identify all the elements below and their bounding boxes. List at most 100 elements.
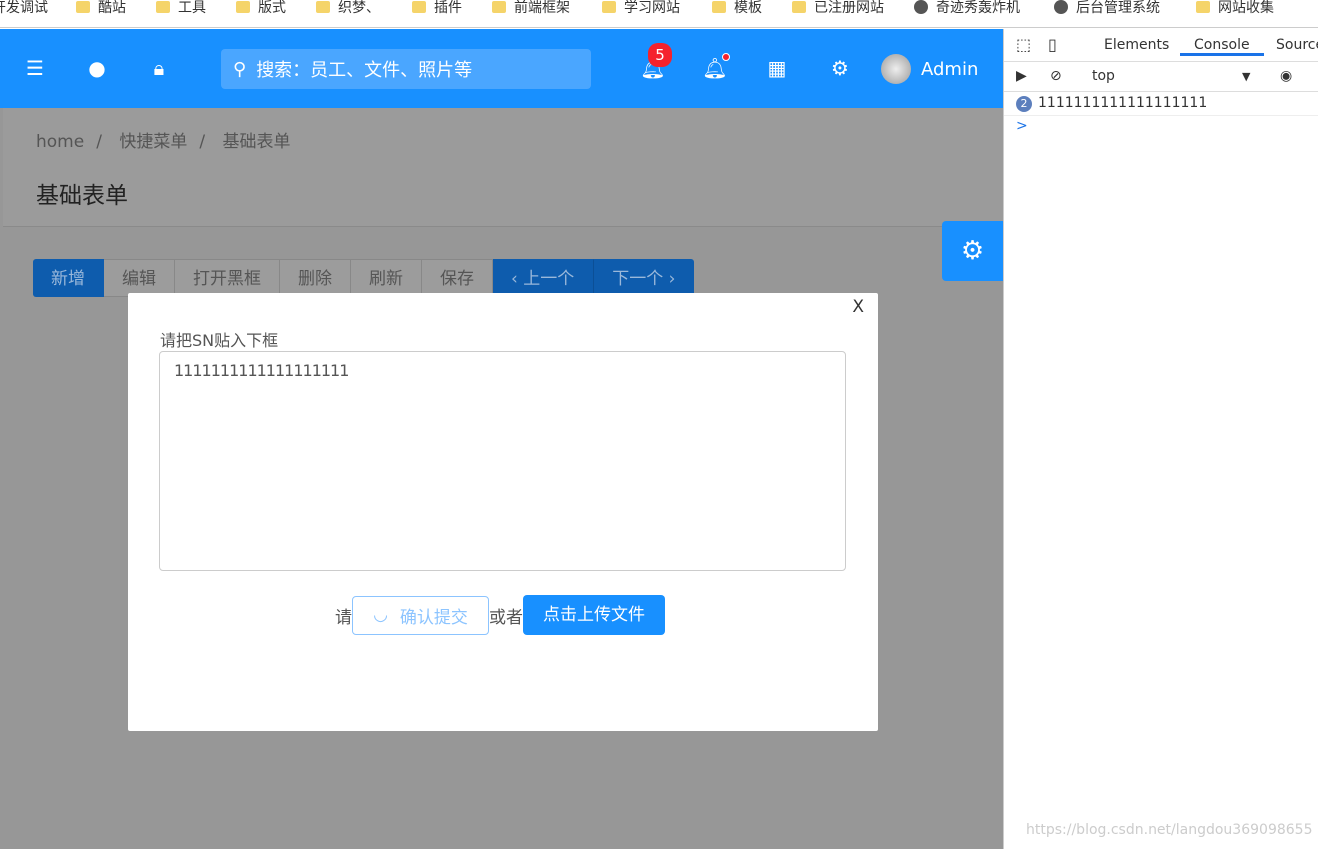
console-toolbar: ▶ ⊘ top ▼ ◉ bbox=[1004, 62, 1318, 92]
devtools-tabs: ⬚ ▯ Elements Console Sources bbox=[1004, 29, 1318, 62]
bookmark-label: 织梦、 bbox=[338, 0, 380, 16]
folder-icon bbox=[602, 1, 616, 13]
bookmark[interactable]: 工具 bbox=[156, 0, 206, 17]
confirm-label: 确认提交 bbox=[399, 607, 468, 628]
search-placeholder: 搜索：员工、文件、照片等 bbox=[256, 60, 473, 81]
settings-float-button[interactable]: ⚙ bbox=[942, 221, 1003, 281]
bookmarks-bar: 开发调试 酷站 工具 版式 织梦、 插件 前端框架 学习网站 模板 已注册网站 … bbox=[0, 0, 1318, 28]
bookmark[interactable]: 奇迹秀轰炸机 bbox=[914, 0, 1020, 17]
eye-icon[interactable]: ◉ bbox=[1280, 68, 1292, 84]
bookmark[interactable]: 插件 bbox=[412, 0, 462, 17]
toolbar: 新增 编辑 打开黑框 删除 刷新 保存 ‹ 上一个 下一个 › bbox=[33, 259, 695, 297]
dialog-label: 请把SN贴入下框 bbox=[160, 331, 279, 350]
breadcrumb: home / 快捷菜单 / 基础表单 bbox=[36, 132, 291, 152]
bookmark[interactable]: 已注册网站 bbox=[792, 0, 884, 17]
search-input[interactable]: ⚲ 搜索：员工、文件、照片等 bbox=[221, 49, 591, 89]
chevron-left-icon: ‹ bbox=[511, 269, 524, 289]
folder-icon bbox=[76, 1, 90, 13]
open-black-button[interactable]: 打开黑框 bbox=[175, 259, 280, 297]
dialog-actions: 请 ◡ 确认提交 或者 点击上传文件 bbox=[335, 595, 665, 635]
folder-icon bbox=[412, 1, 426, 13]
folder-icon bbox=[792, 1, 806, 13]
unread-dot bbox=[722, 53, 730, 61]
console-prompt[interactable]: > bbox=[1004, 116, 1318, 140]
user-name[interactable]: Admin bbox=[921, 59, 978, 80]
folder-icon bbox=[492, 1, 506, 13]
repeat-count-badge: 2 bbox=[1016, 96, 1032, 112]
context-select[interactable]: top bbox=[1092, 68, 1115, 84]
bookmark-label: 工具 bbox=[178, 0, 206, 16]
bookmark-label: 奇迹秀轰炸机 bbox=[936, 0, 1020, 16]
breadcrumb-item[interactable]: 快捷菜单 bbox=[119, 132, 187, 152]
clear-console-icon[interactable]: ⊘ bbox=[1050, 68, 1062, 84]
bookmark[interactable]: 模板 bbox=[712, 0, 762, 17]
devtools-panel: ⬚ ▯ Elements Console Sources ▶ ⊘ top ▼ ◉… bbox=[1003, 29, 1318, 849]
menu-fold-icon[interactable]: ☰ bbox=[22, 56, 48, 80]
save-button[interactable]: 保存 bbox=[422, 259, 493, 297]
bookmark-label: 插件 bbox=[434, 0, 462, 16]
avatar[interactable] bbox=[881, 54, 911, 84]
folder-icon bbox=[156, 1, 170, 13]
watermark: https://blog.csdn.net/langdou369098655 bbox=[1026, 822, 1313, 838]
page-title: 基础表单 bbox=[36, 183, 128, 209]
folder-icon bbox=[712, 1, 726, 13]
globe-icon bbox=[914, 0, 928, 14]
bookmark[interactable]: 网站收集 bbox=[1196, 0, 1274, 17]
grid-icon[interactable]: ▦ bbox=[764, 56, 790, 80]
refresh-button[interactable]: 刷新 bbox=[351, 259, 422, 297]
github-icon[interactable]: ● bbox=[84, 56, 110, 80]
folder-icon bbox=[236, 1, 250, 13]
device-toggle-icon[interactable]: ▯ bbox=[1048, 35, 1057, 54]
breadcrumb-item[interactable]: home bbox=[36, 132, 84, 152]
folder-icon bbox=[316, 1, 330, 13]
next-label: 下一个 bbox=[612, 269, 664, 289]
gear-icon[interactable]: ⚙ bbox=[827, 56, 853, 80]
folder-icon bbox=[1196, 1, 1210, 13]
bookmark-label: 酷站 bbox=[98, 0, 126, 16]
globe-icon bbox=[1054, 0, 1068, 14]
tab-sources[interactable]: Sources bbox=[1276, 37, 1318, 53]
bookmark-label: 开发调试 bbox=[0, 0, 48, 16]
loading-icon: ◡ bbox=[373, 605, 388, 625]
bookmark-label: 网站收集 bbox=[1218, 0, 1274, 16]
bookmark-label: 后台管理系统 bbox=[1076, 0, 1160, 16]
bookmark[interactable]: 版式 bbox=[236, 0, 286, 17]
search-icon: ⚲ bbox=[233, 58, 247, 80]
bookmark-label: 版式 bbox=[258, 0, 286, 16]
tab-console[interactable]: Console bbox=[1180, 37, 1264, 56]
bookmark-label: 前端框架 bbox=[514, 0, 570, 16]
sn-textarea[interactable]: 1111111111111111111 bbox=[159, 351, 846, 571]
edit-button[interactable]: 编辑 bbox=[104, 259, 175, 297]
tab-elements[interactable]: Elements bbox=[1104, 37, 1169, 53]
gear-icon: ⚙ bbox=[960, 236, 985, 266]
or-text: 或者 bbox=[489, 607, 523, 628]
bookmark-label: 模板 bbox=[734, 0, 762, 16]
prompt-chevron-icon: > bbox=[1016, 118, 1028, 134]
delete-button[interactable]: 删除 bbox=[280, 259, 351, 297]
page-header: home / 快捷菜单 / 基础表单 基础表单 bbox=[3, 108, 1003, 227]
sn-dialog: X 请把SN贴入下框 1111111111111111111 请 ◡ 确认提交 或… bbox=[128, 293, 878, 731]
inspect-icon[interactable]: ⬚ bbox=[1016, 35, 1031, 54]
bookmark-label: 已注册网站 bbox=[814, 0, 884, 16]
console-log-entry: 2 1111111111111111111 bbox=[1004, 92, 1318, 116]
upload-file-button[interactable]: 点击上传文件 bbox=[523, 595, 665, 635]
bookmark[interactable]: 后台管理系统 bbox=[1054, 0, 1160, 17]
confirm-submit-button[interactable]: ◡ 确认提交 bbox=[352, 595, 489, 635]
close-button[interactable]: X bbox=[852, 297, 864, 317]
bookmark[interactable]: 开发调试 bbox=[0, 0, 48, 17]
log-text: 1111111111111111111 bbox=[1038, 95, 1208, 111]
bookmark[interactable]: 前端框架 bbox=[492, 0, 570, 17]
top-header: ☰ ● 🔒︎ ⚲ 搜索：员工、文件、照片等 🔔︎ 5 🔔︎ ▦ ⚙ Admin bbox=[0, 29, 1003, 108]
bookmark[interactable]: 酷站 bbox=[76, 0, 126, 17]
dropdown-arrow-icon[interactable]: ▼ bbox=[1242, 70, 1250, 83]
chevron-right-icon: › bbox=[668, 269, 676, 289]
next-button[interactable]: 下一个 › bbox=[593, 259, 695, 297]
add-button[interactable]: 新增 bbox=[33, 259, 104, 297]
lock-icon[interactable]: 🔒︎ bbox=[146, 56, 172, 80]
bookmark[interactable]: 学习网站 bbox=[602, 0, 680, 17]
bookmark[interactable]: 织梦、 bbox=[316, 0, 380, 17]
notification-badge: 5 bbox=[648, 43, 672, 67]
please-text: 请 bbox=[335, 607, 352, 628]
prev-button[interactable]: ‹ 上一个 bbox=[493, 259, 594, 297]
sidebar-toggle-icon[interactable]: ▶ bbox=[1016, 68, 1027, 84]
